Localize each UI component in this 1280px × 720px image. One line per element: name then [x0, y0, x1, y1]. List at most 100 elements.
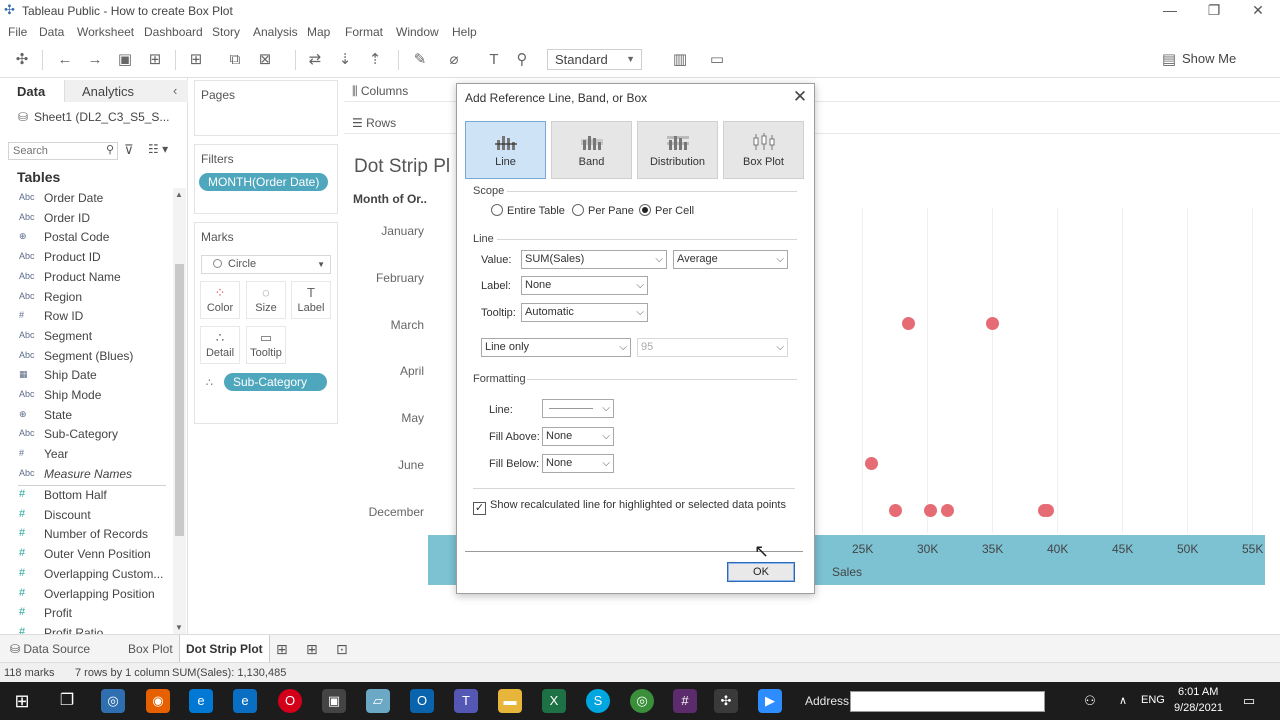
- app-icon[interactable]: ◎: [101, 689, 125, 713]
- data-point[interactable]: [985, 316, 999, 330]
- clear-sheet-icon[interactable]: ⊠: [255, 50, 275, 70]
- outlook-icon[interactable]: O: [410, 689, 434, 713]
- data-source-tab[interactable]: ⛁ Data Source: [4, 635, 96, 663]
- view-options-icon[interactable]: ☷ ▾: [148, 142, 168, 156]
- sheet-tab-dot-strip-plot[interactable]: Dot Strip Plot: [179, 635, 270, 663]
- scope-entire-table-radio[interactable]: Entire Table: [491, 204, 565, 217]
- tab-analytics[interactable]: Analytics ‹: [64, 80, 188, 102]
- close-window-button[interactable]: ✕: [1236, 0, 1280, 22]
- store-icon[interactable]: ▣: [322, 689, 346, 713]
- teams-icon[interactable]: T: [454, 689, 478, 713]
- show-me-icon[interactable]: ▤: [1158, 50, 1180, 70]
- menu-format[interactable]: Format: [345, 25, 383, 39]
- fill-above-select[interactable]: None ⌵: [542, 427, 614, 446]
- swap-rows-columns-icon[interactable]: ⇄: [305, 50, 325, 70]
- redo-icon[interactable]: →: [85, 50, 105, 70]
- marks-label-button[interactable]: T Label: [291, 281, 331, 319]
- language-indicator[interactable]: ENG: [1141, 694, 1165, 706]
- measure-item[interactable]: # Overlapping Position: [0, 585, 170, 604]
- field-item[interactable]: # Year: [0, 445, 170, 464]
- field-item[interactable]: ▦ Ship Date: [0, 366, 170, 385]
- field-item[interactable]: ⊕ State: [0, 406, 170, 425]
- sort-descending-icon[interactable]: ⇡: [365, 50, 385, 70]
- type-box-plot-button[interactable]: Box Plot: [723, 121, 804, 179]
- tableau-taskbar-icon[interactable]: ✣: [714, 689, 738, 713]
- close-icon[interactable]: ✕: [790, 87, 810, 107]
- edge-new-icon[interactable]: e: [189, 689, 213, 713]
- menu-file[interactable]: File: [8, 25, 27, 39]
- scope-per-pane-radio[interactable]: Per Pane: [572, 204, 634, 217]
- save-icon[interactable]: ▣: [115, 50, 135, 70]
- field-item[interactable]: Abc Order Date: [0, 189, 170, 208]
- sheet-tab-box-plot[interactable]: Box Plot: [122, 635, 179, 663]
- scope-per-cell-radio[interactable]: Per Cell: [639, 204, 694, 217]
- value-aggregation-select[interactable]: Average ⌵: [673, 250, 788, 269]
- line-format-select[interactable]: ⌵: [542, 399, 614, 418]
- edge-icon[interactable]: e: [233, 689, 257, 713]
- line-type-select[interactable]: Line only ⌵: [481, 338, 631, 357]
- chrome-icon[interactable]: ◎: [630, 689, 654, 713]
- scrollbar-thumb[interactable]: [175, 264, 184, 536]
- data-point[interactable]: [902, 316, 916, 330]
- excel-icon[interactable]: X: [542, 689, 566, 713]
- task-view-icon[interactable]: ❐: [55, 689, 79, 713]
- marks-tooltip-button[interactable]: ▭ Tooltip: [246, 326, 286, 364]
- marks-detail-button[interactable]: ∴ Detail: [200, 326, 240, 364]
- minimize-button[interactable]: —: [1148, 0, 1192, 22]
- show-labels-icon[interactable]: T: [484, 50, 504, 70]
- field-item[interactable]: Abc Ship Mode: [0, 386, 170, 405]
- field-item[interactable]: Abc Region: [0, 288, 170, 307]
- field-item[interactable]: Abc Product Name: [0, 268, 170, 287]
- file-explorer-icon[interactable]: ▬: [498, 689, 522, 713]
- fix-axes-icon[interactable]: ⚲: [512, 50, 532, 70]
- clock-date[interactable]: 9/28/2021: [1174, 702, 1223, 714]
- menu-help[interactable]: Help: [452, 25, 477, 39]
- data-point[interactable]: [941, 503, 955, 517]
- field-item[interactable]: Abc Sub-Category: [0, 425, 170, 444]
- detail-pill-sub-category[interactable]: Sub-Category: [224, 373, 327, 391]
- new-worksheet-icon[interactable]: ⊞: [270, 635, 294, 663]
- presentation-mode-icon[interactable]: ▭: [707, 50, 727, 70]
- tooltip-select[interactable]: Automatic ⌵: [521, 303, 648, 322]
- tableau-home-icon[interactable]: ✣: [12, 50, 32, 70]
- slack-icon[interactable]: #: [673, 689, 697, 713]
- clock-time[interactable]: 6:01 AM: [1178, 686, 1218, 698]
- type-line-button[interactable]: Line: [465, 121, 546, 179]
- menu-story[interactable]: Story: [212, 25, 240, 39]
- marks-color-button[interactable]: ⁘ Color: [200, 281, 240, 319]
- windows-start-icon[interactable]: ⊞: [10, 689, 34, 713]
- menu-map[interactable]: Map: [307, 25, 330, 39]
- show-hidden-icons[interactable]: ∧: [1114, 689, 1132, 713]
- notifications-icon[interactable]: ▭: [1238, 689, 1260, 713]
- tab-data[interactable]: Data: [0, 80, 64, 102]
- fit-select[interactable]: Standard ▼: [547, 49, 642, 70]
- restore-button[interactable]: ❐: [1192, 0, 1236, 22]
- field-list-scrollbar[interactable]: ▲ ▼: [173, 188, 186, 634]
- fill-below-select[interactable]: None ⌵: [542, 454, 614, 473]
- address-toolbar[interactable]: [850, 691, 1045, 712]
- measure-item[interactable]: # Profit Ratio: [0, 624, 170, 634]
- field-search[interactable]: ⚲: [8, 142, 118, 160]
- scroll-down-icon[interactable]: ▼: [175, 623, 183, 632]
- add-datasource-icon[interactable]: ⊞: [145, 50, 165, 70]
- show-me-button[interactable]: Show Me: [1182, 51, 1236, 66]
- value-field-select[interactable]: SUM(Sales) ⌵: [521, 250, 667, 269]
- sort-ascending-icon[interactable]: ⇣: [335, 50, 355, 70]
- address-input[interactable]: [851, 692, 1031, 711]
- menu-window[interactable]: Window: [396, 25, 439, 39]
- field-item[interactable]: # Row ID: [0, 307, 170, 326]
- new-dashboard-icon[interactable]: ⊞: [300, 635, 324, 663]
- scroll-up-icon[interactable]: ▲: [175, 190, 183, 199]
- search-input[interactable]: [9, 143, 101, 159]
- measure-item[interactable]: # Number of Records: [0, 525, 170, 544]
- data-point[interactable]: [889, 503, 903, 517]
- people-icon[interactable]: ⚇: [1080, 689, 1100, 713]
- notes-icon[interactable]: ▱: [366, 689, 390, 713]
- firefox-icon[interactable]: ◉: [146, 689, 170, 713]
- field-item[interactable]: Abc Order ID: [0, 209, 170, 228]
- ok-button[interactable]: OK: [727, 562, 795, 582]
- field-item[interactable]: Abc Segment (Blues): [0, 347, 170, 366]
- field-item[interactable]: ⊕ Postal Code: [0, 228, 170, 247]
- group-icon[interactable]: ⌀: [444, 50, 464, 70]
- measure-item[interactable]: # Overlapping Custom...: [0, 565, 170, 584]
